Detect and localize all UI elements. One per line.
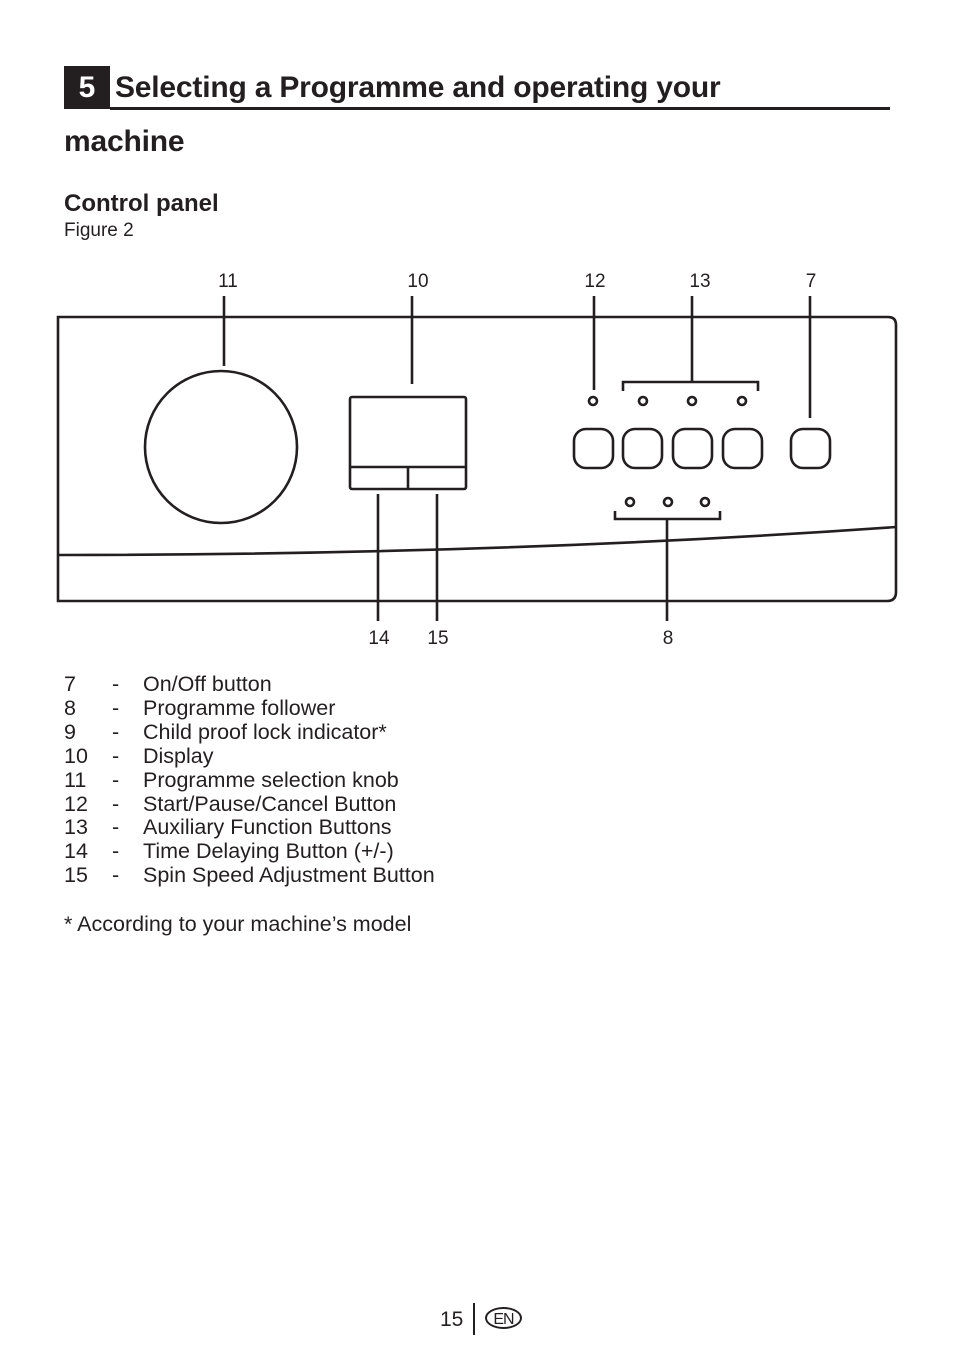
legend-dash: - [112, 672, 120, 696]
aux-button-2 [671, 427, 714, 470]
legend-number: 9 [64, 719, 76, 744]
led-follower-3 [699, 496, 711, 508]
legend-item: 11- Programme selection knob [64, 767, 435, 793]
legend-number: 13 [64, 815, 88, 840]
start-pause-button [572, 427, 615, 470]
aux-button-1 [621, 427, 664, 470]
section-number-badge: 5 [64, 66, 110, 109]
legend-label: Spin Speed Adjustment Button [143, 863, 435, 888]
section-title: Selecting a Programme and operating your [115, 71, 721, 104]
callout-14: 14 [368, 628, 390, 649]
section-header: 5 Selecting a Programme and operating yo… [64, 66, 890, 110]
legend-dash: - [112, 863, 120, 888]
language-badge: EN [485, 1307, 522, 1329]
callout-11: 11 [218, 271, 238, 292]
legend-number: 8 [64, 695, 76, 720]
legend-label: Time Delaying Button (+/-) [143, 839, 394, 864]
led-follower-1 [624, 496, 636, 508]
on-off-button [789, 427, 832, 470]
legend-dash: - [112, 767, 120, 792]
legend-number: 14 [64, 839, 88, 864]
legend-item: 15- Spin Speed Adjustment Button [64, 863, 435, 888]
aux-button-3 [721, 427, 764, 470]
led-start [587, 395, 599, 407]
control-panel-diagram: 11 10 12 13 7 14 15 8 [56, 271, 898, 649]
legend-label: Start/Pause/Cancel Button [143, 791, 397, 816]
footer-divider [473, 1303, 475, 1335]
led-aux-3 [736, 395, 748, 407]
section-title-continued: machine [64, 125, 185, 158]
legend-item: 10- Display [64, 743, 435, 769]
callout-12: 12 [584, 271, 605, 292]
legend-item: 7 - On/Off button [64, 672, 435, 697]
legend-number: 11 [64, 767, 87, 792]
legend-dash: - [112, 743, 120, 768]
legend-number: 15 [64, 863, 88, 888]
legend-label: Programme follower [143, 695, 336, 720]
programme-knob [143, 369, 299, 525]
legend-number: 10 [64, 743, 88, 768]
footnote: * According to your machine’s model [64, 912, 412, 936]
bracket-13 [621, 380, 760, 391]
legend-item: 14- Time Delaying Button (+/-) [64, 839, 435, 864]
page-number: 15 [440, 1308, 464, 1331]
legend-item: 9 - Child proof lock indicator* [64, 719, 435, 745]
legend-dash: - [112, 791, 120, 816]
legend-dash: - [112, 719, 120, 744]
led-aux-1 [637, 395, 649, 407]
subsection-title: Control panel [64, 190, 219, 217]
legend-dash: - [112, 815, 120, 840]
led-follower-2 [662, 496, 674, 508]
callout-13: 13 [689, 271, 710, 292]
callout-7: 7 [806, 271, 817, 292]
legend-label: On/Off button [143, 672, 272, 696]
panel-curve [57, 525, 897, 557]
legend-item: 13- Auxiliary Function Buttons [64, 816, 435, 840]
legend-dash: - [112, 839, 120, 864]
legend-number: 7 [64, 672, 76, 696]
figure-caption: Figure 2 [64, 220, 134, 241]
section-underline [110, 107, 890, 110]
legend-label: Display [143, 743, 214, 768]
panel-outline [56, 315, 898, 603]
callout-15: 15 [427, 628, 448, 649]
legend-item: 8 - Programme follower [64, 695, 435, 721]
legend-item: 12- Start/Pause/Cancel Button [64, 791, 435, 817]
callout-10: 10 [407, 271, 428, 292]
legend-dash: - [112, 695, 120, 720]
legend-list: 7- On/Off button 8- Programme follower 9-C… [64, 672, 435, 888]
legend-label: Auxiliary Function Buttons [143, 815, 392, 840]
led-aux-2 [686, 395, 698, 407]
bracket-8 [613, 511, 722, 521]
callout-8: 8 [663, 628, 674, 649]
legend-label: Programme selection knob [143, 767, 399, 792]
legend-label: Child proof lock indicator* [143, 719, 387, 744]
legend-number: 12 [64, 791, 88, 816]
